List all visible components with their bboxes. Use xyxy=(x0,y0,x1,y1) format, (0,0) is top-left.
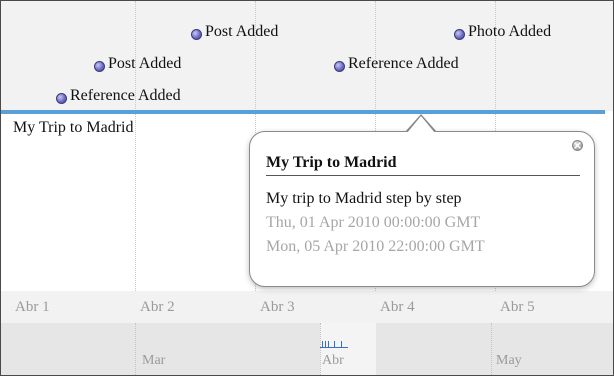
date-tick-label: Abr 2 xyxy=(140,299,175,315)
close-button[interactable] xyxy=(572,140,583,151)
event-label: Post Added xyxy=(108,55,182,72)
event-reference-added[interactable]: Reference Added xyxy=(56,87,181,105)
date-tick-label: Abr 4 xyxy=(380,299,415,315)
close-icon xyxy=(574,142,581,149)
month-label: May xyxy=(496,353,522,368)
event-photo-added[interactable]: Photo Added xyxy=(454,23,551,41)
bubble-title: My Trip to Madrid xyxy=(266,154,580,176)
date-tick-label: Abr 1 xyxy=(15,299,50,315)
event-label: Post Added xyxy=(205,23,279,40)
month-label: Abr xyxy=(322,353,344,368)
event-post-added[interactable]: Post Added xyxy=(191,23,278,41)
duration-event-bar[interactable] xyxy=(1,110,605,114)
event-dot-icon xyxy=(191,29,202,40)
timeline-widget[interactable]: Post Added Photo Added Post Added Refere… xyxy=(0,0,614,376)
event-label: Reference Added xyxy=(348,55,459,72)
month-divider xyxy=(135,323,136,375)
bubble-tail-inner xyxy=(407,116,435,133)
month-divider xyxy=(320,323,321,375)
month-label: Mar xyxy=(142,353,166,368)
event-dot-icon xyxy=(94,61,105,72)
month-divider xyxy=(491,323,492,375)
bubble-end-date: Mon, 05 Apr 2010 22:00:00 GMT xyxy=(266,238,485,255)
duration-event-label[interactable]: My Trip to Madrid xyxy=(13,119,133,137)
event-dot-icon xyxy=(334,61,345,72)
event-label: Reference Added xyxy=(70,87,181,104)
date-tick-label: Abr 5 xyxy=(500,299,535,315)
date-tick-label: Abr 3 xyxy=(260,299,295,315)
event-dot-icon xyxy=(56,93,67,104)
event-post-added[interactable]: Post Added xyxy=(94,55,181,73)
overview-duration-mark xyxy=(320,347,348,348)
bubble-description: My trip to Madrid step by step xyxy=(266,190,462,207)
day-divider xyxy=(135,1,136,323)
event-dot-icon xyxy=(454,29,465,40)
event-reference-added[interactable]: Reference Added xyxy=(334,55,459,73)
bubble-start-date: Thu, 01 Apr 2010 00:00:00 GMT xyxy=(266,214,481,231)
event-info-bubble: My Trip to Madrid My trip to Madrid step… xyxy=(249,131,595,287)
event-label: Photo Added xyxy=(468,23,552,40)
